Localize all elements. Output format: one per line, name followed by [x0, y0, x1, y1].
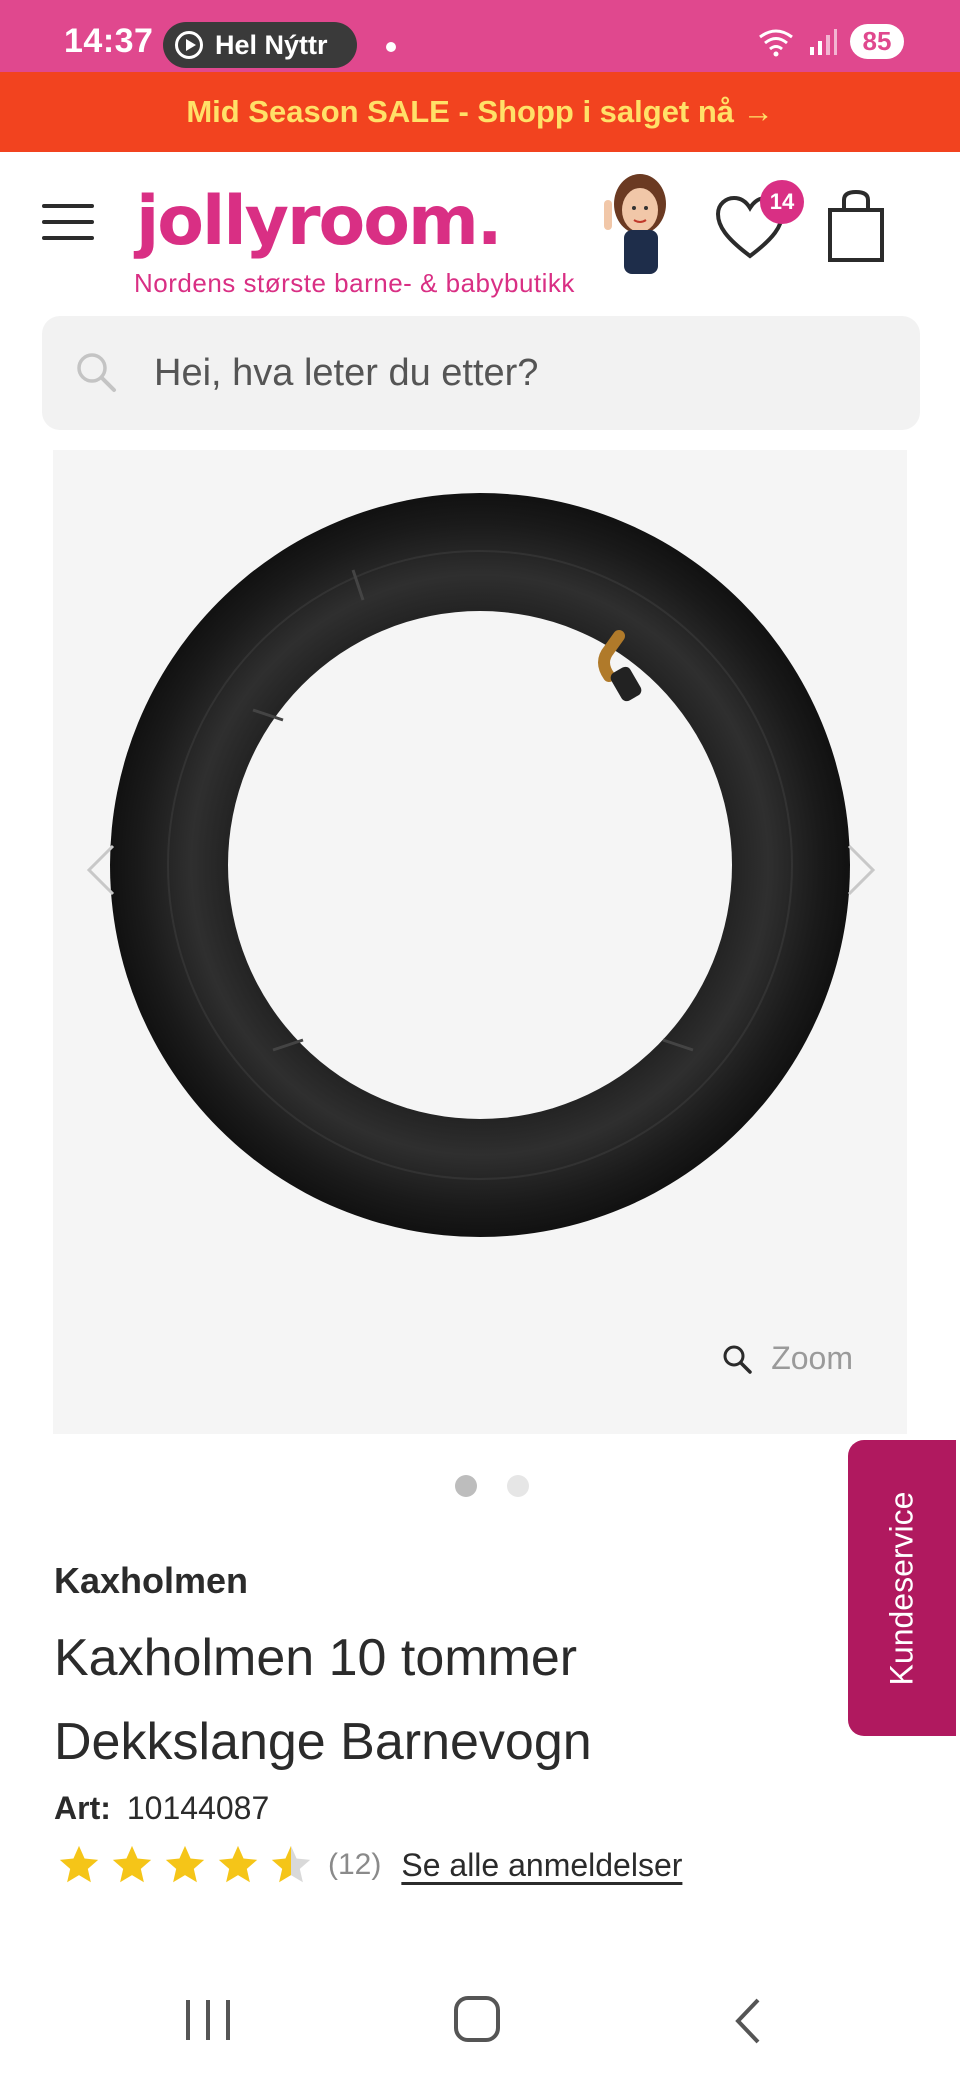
carousel-dot-2[interactable]	[507, 1475, 529, 1497]
home-icon[interactable]	[454, 1996, 500, 2042]
previous-image-arrow-icon[interactable]	[81, 840, 121, 900]
star-full-icon	[165, 1845, 205, 1883]
menu-icon[interactable]	[42, 204, 94, 240]
media-playing-pill[interactable]: Hel Nýttr	[163, 22, 357, 68]
back-icon[interactable]	[728, 1996, 768, 2046]
carousel-dot-1[interactable]	[455, 1475, 477, 1497]
customer-service-tab[interactable]: Kundeservice	[848, 1440, 956, 1736]
product-image-gallery[interactable]: Zoom	[53, 450, 907, 1434]
product-brand[interactable]: Kaxholmen	[54, 1560, 248, 1602]
search-icon	[77, 353, 116, 392]
search-bar[interactable]	[42, 316, 920, 430]
product-title: Kaxholmen 10 tommer Dekkslange Barnevogn	[54, 1629, 592, 1771]
rating-stars[interactable]	[56, 1842, 314, 1888]
star-full-icon	[218, 1845, 258, 1883]
sale-banner[interactable]: Mid Season SALE - Shopp i salget nå →	[0, 72, 960, 152]
shopping-bag-icon[interactable]	[826, 188, 886, 264]
mascot-avatar-icon[interactable]	[596, 170, 678, 276]
notification-dot-icon	[386, 42, 396, 52]
status-bar: 14:37 Hel Nýttr 85	[0, 0, 960, 72]
article-number: Art: 10144087	[54, 1790, 269, 1827]
media-label: Hel Nýttr	[215, 29, 328, 60]
product-rating: (12) Se alle anmeldelser	[56, 1842, 682, 1888]
site-header: jollyroom. Nordens største barne- & baby…	[0, 152, 960, 302]
battery-indicator: 85	[850, 24, 904, 59]
wishlist-count-badge: 14	[760, 180, 804, 224]
star-full-icon	[59, 1845, 99, 1883]
star-full-icon	[112, 1845, 152, 1883]
site-logo[interactable]: jollyroom.	[136, 182, 503, 261]
signal-icon	[810, 28, 837, 55]
product-photo-inner-tube	[110, 493, 850, 1237]
star-half-icon	[271, 1845, 311, 1883]
recent-apps-icon[interactable]	[186, 2000, 230, 2040]
zoom-button[interactable]: Zoom	[721, 1340, 853, 1377]
review-count: (12)	[328, 1848, 382, 1881]
customer-service-label: Kundeservice	[883, 1491, 920, 1685]
next-image-arrow-icon[interactable]	[841, 840, 881, 900]
status-icons: 85	[756, 24, 904, 59]
carousel-dots	[455, 1475, 529, 1497]
see-all-reviews-link[interactable]: Se alle anmeldelser	[401, 1847, 682, 1884]
magnifier-icon	[723, 1345, 752, 1374]
site-tagline: Nordens største barne- & babybutikk	[134, 268, 575, 298]
wifi-icon	[759, 29, 793, 56]
play-icon	[175, 31, 203, 59]
article-number-value: 10144087	[126, 1790, 270, 1826]
search-input[interactable]	[154, 346, 894, 400]
article-number-label: Art:	[54, 1790, 111, 1826]
status-time: 14:37	[64, 22, 154, 60]
system-navigation-bar	[0, 1960, 960, 2080]
zoom-label: Zoom	[771, 1340, 853, 1376]
